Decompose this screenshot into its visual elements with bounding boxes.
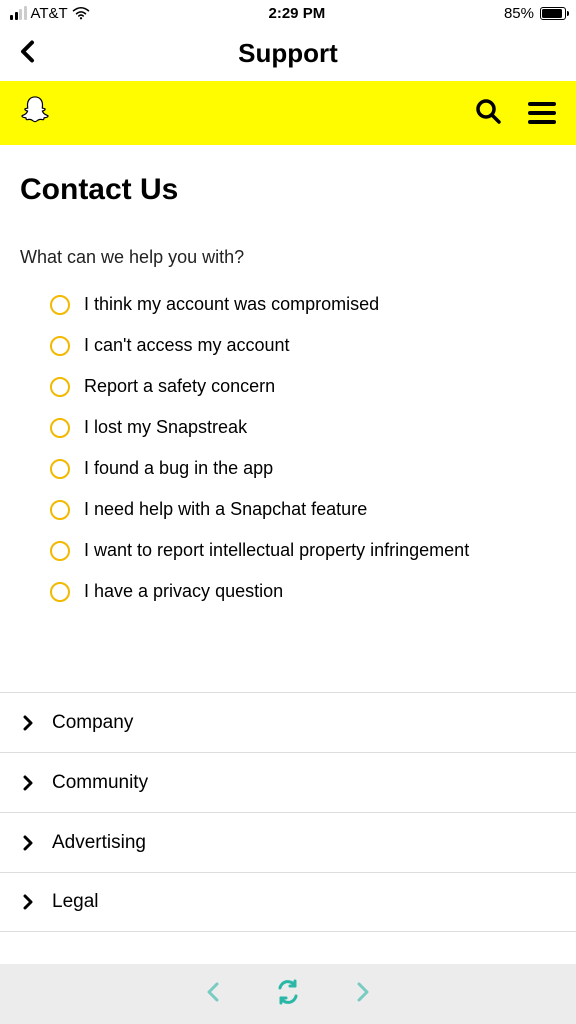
menu-button[interactable]	[528, 102, 556, 124]
search-button[interactable]	[474, 97, 502, 130]
radio-icon	[50, 500, 70, 520]
chevron-right-icon	[353, 980, 373, 1004]
option-found-bug[interactable]: I found a bug in the app	[50, 458, 556, 479]
radio-icon	[50, 377, 70, 397]
radio-icon	[50, 418, 70, 438]
footer-sections: Company Community Advertising Legal	[0, 692, 576, 932]
chevron-right-icon	[20, 835, 36, 851]
option-cant-access[interactable]: I can't access my account	[50, 335, 556, 356]
option-label: I found a bug in the app	[84, 458, 273, 479]
snapchat-ghost-icon[interactable]	[20, 95, 50, 132]
page-title: Contact Us	[20, 173, 556, 207]
radio-icon	[50, 459, 70, 479]
option-safety-concern[interactable]: Report a safety concern	[50, 376, 556, 397]
wifi-icon	[72, 6, 90, 20]
browser-toolbar	[0, 964, 576, 1024]
option-label: I want to report intellectual property i…	[84, 540, 469, 561]
reload-button[interactable]	[275, 979, 301, 1010]
radio-icon	[50, 295, 70, 315]
status-right: 85%	[504, 5, 566, 22]
option-label: I think my account was compromised	[84, 294, 379, 315]
option-snapchat-feature-help[interactable]: I need help with a Snapchat feature	[50, 499, 556, 520]
option-label: I need help with a Snapchat feature	[84, 499, 367, 520]
option-lost-snapstreak[interactable]: I lost my Snapstreak	[50, 417, 556, 438]
option-ip-infringement[interactable]: I want to report intellectual property i…	[50, 540, 556, 561]
reload-icon	[275, 979, 301, 1005]
hamburger-icon	[528, 102, 556, 106]
help-options-group: I think my account was compromised I can…	[20, 294, 556, 602]
page-header-title: Support	[238, 38, 338, 69]
clock: 2:29 PM	[269, 5, 326, 22]
option-account-compromised[interactable]: I think my account was compromised	[50, 294, 556, 315]
section-company[interactable]: Company	[0, 692, 576, 752]
section-label: Advertising	[52, 832, 146, 854]
battery-percent: 85%	[504, 5, 534, 22]
radio-icon	[50, 336, 70, 356]
app-header: Support	[0, 26, 576, 81]
radio-icon	[50, 541, 70, 561]
main-content: Contact Us What can we help you with? I …	[0, 145, 576, 602]
status-left: AT&T	[10, 5, 90, 22]
chevron-left-icon	[18, 39, 38, 63]
option-label: Report a safety concern	[84, 376, 275, 397]
status-bar: AT&T 2:29 PM 85%	[0, 0, 576, 26]
option-privacy-question[interactable]: I have a privacy question	[50, 581, 556, 602]
help-prompt: What can we help you with?	[20, 247, 556, 268]
section-legal[interactable]: Legal	[0, 872, 576, 932]
chevron-right-icon	[20, 894, 36, 910]
option-label: I can't access my account	[84, 335, 290, 356]
search-icon	[474, 97, 502, 125]
nav-back-button[interactable]	[203, 980, 223, 1009]
back-button[interactable]	[18, 39, 38, 68]
option-label: I have a privacy question	[84, 581, 283, 602]
chevron-right-icon	[20, 775, 36, 791]
chevron-left-icon	[203, 980, 223, 1004]
section-label: Community	[52, 772, 148, 794]
nav-forward-button[interactable]	[353, 980, 373, 1009]
section-community[interactable]: Community	[0, 752, 576, 812]
battery-icon	[538, 7, 566, 20]
cellular-signal-icon	[10, 6, 27, 20]
radio-icon	[50, 582, 70, 602]
chevron-right-icon	[20, 715, 36, 731]
section-label: Legal	[52, 891, 99, 913]
section-advertising[interactable]: Advertising	[0, 812, 576, 872]
brand-banner	[0, 81, 576, 145]
option-label: I lost my Snapstreak	[84, 417, 247, 438]
section-label: Company	[52, 712, 133, 734]
carrier-label: AT&T	[31, 5, 68, 22]
